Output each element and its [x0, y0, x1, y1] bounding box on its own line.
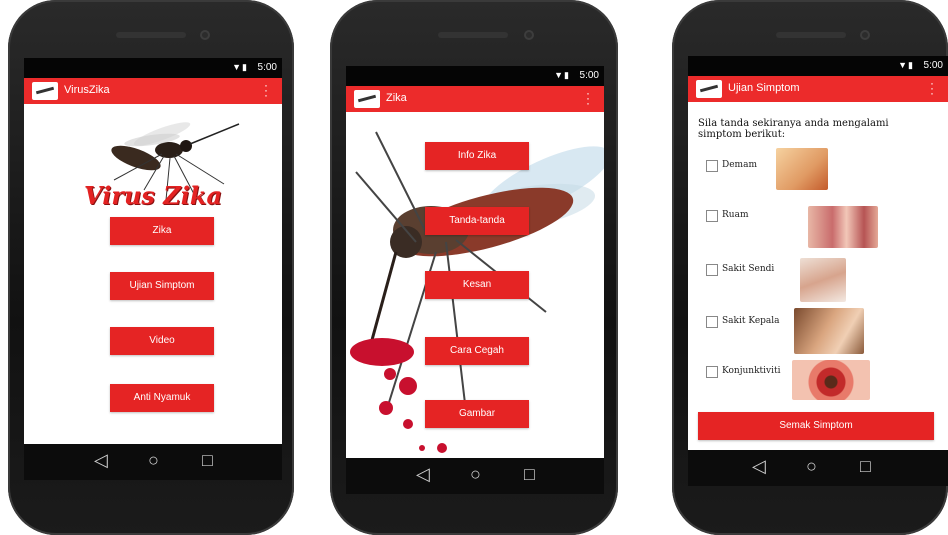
nav-bar: ◁ ○ □	[24, 444, 282, 480]
nav-bar: ◁ ○ □	[346, 458, 604, 494]
screen: ▼▮ 5:00 Zika ··· Info Zika Tanda-tanda	[346, 66, 604, 458]
status-time: 5:00	[257, 62, 277, 73]
anti-nyamuk-button[interactable]: Anti Nyamuk	[110, 384, 214, 412]
back-icon[interactable]: ◁	[94, 450, 108, 471]
app-title: VirusZika	[64, 84, 110, 96]
app-bar: Zika · · ·	[346, 86, 604, 112]
nav-bar: ◁ ○ □	[688, 450, 948, 486]
app-title: Ujian Simptom	[728, 82, 800, 94]
wifi-battery-icon: ▼▮	[898, 60, 914, 70]
app-logo-icon	[696, 80, 722, 98]
home-icon[interactable]: ○	[806, 456, 817, 477]
checkbox-konjunktiviti[interactable]	[706, 366, 718, 378]
status-time: 5:00	[579, 70, 599, 81]
home-icon[interactable]: ○	[148, 450, 159, 471]
app-bar: VirusZika · · ·	[24, 78, 282, 104]
app-logo-icon	[32, 82, 58, 100]
cara-cegah-button[interactable]: Cara Cegah	[425, 337, 529, 365]
symptom-label: Sakit Sendi	[722, 264, 775, 274]
speaker	[776, 32, 846, 38]
gambar-button[interactable]: Gambar	[425, 400, 529, 428]
status-bar: ▼▮ 5:00	[346, 66, 604, 86]
overflow-menu-icon[interactable]: · · ·	[930, 77, 934, 99]
hero-title: Virus Zika	[84, 181, 223, 210]
checkbox-demam[interactable]	[706, 160, 718, 172]
kesan-button[interactable]: Kesan	[425, 271, 529, 299]
recents-icon[interactable]: □	[524, 464, 535, 485]
overflow-menu-icon[interactable]: · · ·	[586, 87, 590, 109]
conjunctivitis-image	[792, 360, 870, 400]
video-button[interactable]: Video	[110, 327, 214, 355]
front-camera	[200, 30, 210, 40]
symptom-prompt: Sila tanda sekiranya anda mengalami simp…	[698, 118, 889, 140]
back-icon[interactable]: ◁	[416, 464, 430, 485]
symptom-label: Ruam	[722, 210, 749, 220]
screen: ▼▮ 5:00 Ujian Simptom · · · Sila tanda sek…	[688, 56, 948, 450]
phone-1: ▼▮ 5:00 VirusZika · · · Virus Zika Zika Uj…	[8, 0, 294, 535]
app-logo-icon	[354, 90, 380, 108]
phone-3: ▼▮ 5:00 Ujian Simptom · · · Sila tanda sek…	[672, 0, 948, 535]
speaker	[116, 32, 186, 38]
ujian-simptom-button[interactable]: Ujian Simptom	[110, 272, 214, 300]
tanda-tanda-button[interactable]: Tanda-tanda	[425, 207, 529, 235]
recents-icon[interactable]: □	[202, 450, 213, 471]
back-icon[interactable]: ◁	[752, 456, 766, 477]
overflow-menu-icon[interactable]: · · ·	[264, 79, 268, 101]
app-title: Zika	[386, 92, 407, 104]
front-camera	[860, 30, 870, 40]
home-icon[interactable]: ○	[470, 464, 481, 485]
checkbox-sakit-kepala[interactable]	[706, 316, 718, 328]
joint-pain-image	[800, 258, 846, 302]
screen: ▼▮ 5:00 VirusZika · · · Virus Zika Zika Uj…	[24, 58, 282, 480]
checkbox-ruam[interactable]	[706, 210, 718, 222]
symptom-label: Konjunktiviti	[722, 366, 781, 376]
zika-button[interactable]: Zika	[110, 217, 214, 245]
headache-image	[794, 308, 864, 354]
status-time: 5:00	[923, 60, 943, 71]
front-camera	[524, 30, 534, 40]
recents-icon[interactable]: □	[860, 456, 871, 477]
info-zika-button[interactable]: Info Zika	[425, 142, 529, 170]
checkbox-sakit-sendi[interactable]	[706, 264, 718, 276]
speaker	[438, 32, 508, 38]
wifi-battery-icon: ▼▮	[232, 62, 248, 72]
rash-image	[808, 206, 878, 248]
wifi-battery-icon: ▼▮	[554, 70, 570, 80]
status-bar: ▼▮ 5:00	[688, 56, 948, 76]
symptom-label: Sakit Kepala	[722, 316, 780, 326]
app-bar: Ujian Simptom · · ·	[688, 76, 948, 102]
semak-simptom-button[interactable]: Semak Simptom	[698, 412, 934, 440]
symptom-label: Demam	[722, 160, 757, 170]
status-bar: ▼▮ 5:00	[24, 58, 282, 78]
fever-image	[776, 148, 828, 190]
phone-2: ▼▮ 5:00 Zika ··· Info Zika Tanda-tanda	[330, 0, 618, 535]
